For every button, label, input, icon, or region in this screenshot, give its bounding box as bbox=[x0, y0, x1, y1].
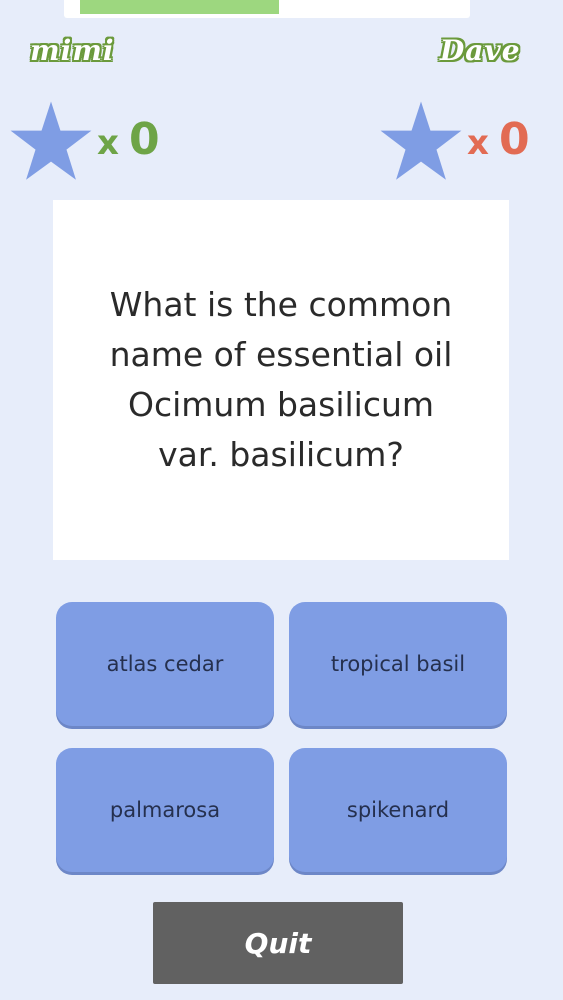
player-right-score: x0 bbox=[467, 110, 530, 173]
answer-button-4[interactable]: spikenard bbox=[289, 748, 507, 872]
question-card: What is the common name of essential oil… bbox=[53, 200, 509, 560]
star-icon bbox=[380, 101, 462, 180]
player-left-name: mimi bbox=[30, 34, 115, 67]
times-sign: x bbox=[97, 123, 119, 163]
score-value: 0 bbox=[128, 114, 160, 165]
score-value: 0 bbox=[498, 114, 530, 165]
star-icon bbox=[10, 101, 92, 180]
player-right-name: Dave bbox=[440, 34, 521, 67]
answer-button-2[interactable]: tropical basil bbox=[289, 602, 507, 726]
player-left-score: x0 bbox=[97, 110, 160, 173]
timer-bar-fill bbox=[80, 0, 279, 14]
times-sign: x bbox=[467, 123, 489, 163]
timer-bar bbox=[64, 0, 470, 18]
answer-button-3[interactable]: palmarosa bbox=[56, 748, 274, 872]
question-text: What is the common name of essential oil… bbox=[109, 285, 453, 474]
answer-button-1[interactable]: atlas cedar bbox=[56, 602, 274, 726]
quit-button[interactable]: Quit bbox=[153, 902, 403, 984]
